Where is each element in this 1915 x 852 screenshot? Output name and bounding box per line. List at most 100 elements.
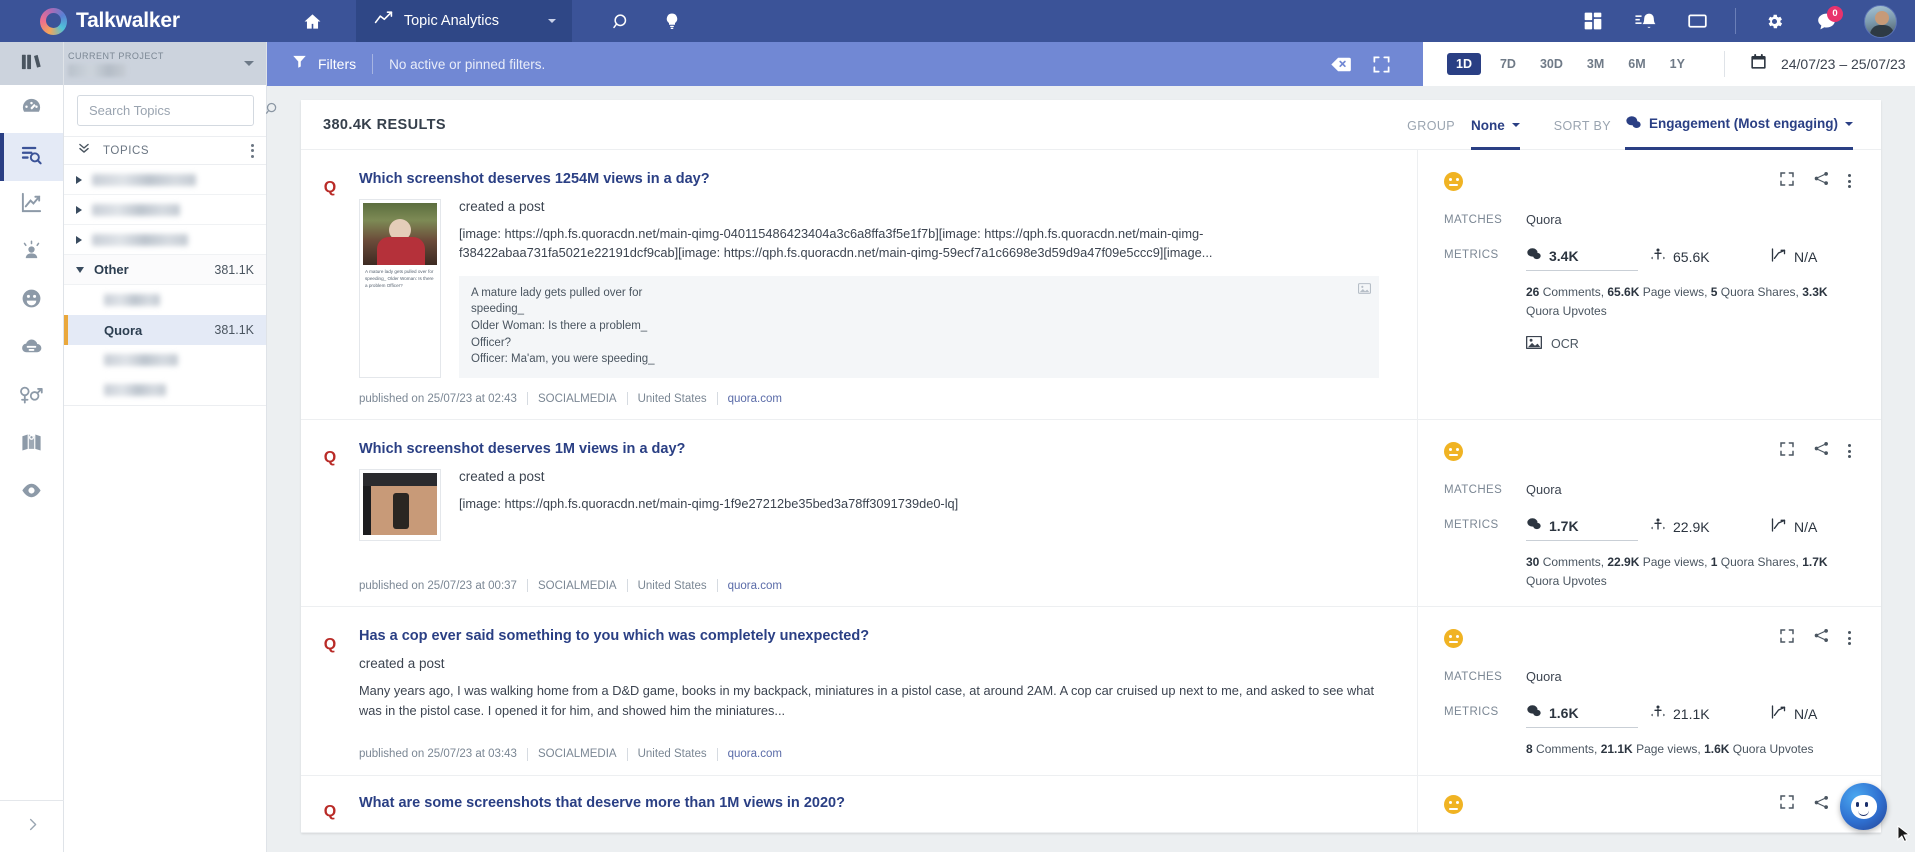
search-topics-box[interactable] — [77, 95, 277, 126]
mouse-cursor — [1897, 824, 1911, 848]
collapse-all-icon[interactable] — [77, 141, 91, 160]
chevron-down-icon[interactable] — [547, 19, 556, 23]
result-domain-link[interactable]: quora.com — [728, 393, 782, 405]
chevron-right-icon[interactable] — [76, 205, 82, 214]
result-footer: published on 25/07/23 at 00:37 SOCIALMED… — [359, 565, 1379, 606]
sort-by-selector[interactable]: Engagement (Most engaging) — [1625, 115, 1853, 150]
search-input[interactable] — [89, 103, 265, 118]
table-row[interactable]: Q Which screenshot deserves 1M views in … — [301, 420, 1881, 608]
table-row[interactable]: Q Which screenshot deserves 1254M views … — [301, 150, 1881, 421]
sidebar-item-influencers[interactable] — [0, 229, 63, 277]
search-icon[interactable] — [265, 101, 280, 121]
avatar[interactable] — [1864, 4, 1897, 38]
topic-row-redacted-1[interactable] — [64, 165, 266, 195]
sidebar-item-dashboard[interactable] — [0, 85, 63, 133]
rail-collapse-toggle[interactable] — [0, 800, 64, 852]
projects-books-icon — [20, 50, 43, 78]
topic-child-redacted-3[interactable] — [64, 375, 266, 405]
sidebar-item-results[interactable] — [0, 133, 63, 181]
range-chip-1y[interactable]: 1Y — [1661, 53, 1694, 75]
expand-result-icon[interactable] — [1779, 441, 1795, 462]
chevron-right-icon[interactable] — [76, 175, 82, 184]
metric-reach[interactable]: 22.9K — [1650, 517, 1770, 536]
metric-engagement[interactable]: 1.6K — [1526, 704, 1638, 729]
sidebar-item-demographics[interactable] — [0, 373, 63, 421]
topic-child-label: Quora — [104, 322, 143, 338]
expand-result-icon[interactable] — [1779, 794, 1795, 815]
expand-result-icon[interactable] — [1779, 171, 1795, 192]
share-result-icon[interactable] — [1813, 627, 1830, 649]
share-result-icon[interactable] — [1813, 440, 1830, 462]
filters-button[interactable]: Filters — [292, 54, 356, 74]
calendar-icon[interactable] — [1749, 52, 1768, 76]
topic-child-redacted-2[interactable] — [64, 345, 266, 375]
result-thumbnail[interactable]: A mature lady gets pulled over for speed… — [359, 198, 441, 379]
apps-grid-icon[interactable] — [1567, 0, 1619, 42]
result-title-link[interactable]: Which screenshot deserves 1254M views in… — [359, 170, 1379, 189]
expand-result-icon[interactable] — [1779, 628, 1795, 649]
module-selector-topic-analytics[interactable]: Topic Analytics — [355, 0, 572, 42]
result-title-link[interactable]: What are some screenshots that deserve m… — [359, 794, 1379, 813]
topic-row-redacted-2[interactable] — [64, 195, 266, 225]
messages-icon[interactable]: 0 — [1800, 0, 1852, 42]
settings-gear-icon[interactable] — [1748, 0, 1800, 42]
chevron-right-icon[interactable] — [76, 235, 82, 244]
sidebar-item-sentiment[interactable] — [0, 277, 63, 325]
topic-group-other[interactable]: Other 381.1K — [64, 255, 266, 285]
range-chip-30d[interactable]: 30D — [1531, 53, 1572, 75]
range-chip-6m[interactable]: 6M — [1619, 53, 1654, 75]
topic-row-redacted-3[interactable] — [64, 225, 266, 255]
metric-engagement[interactable]: 1.7K — [1526, 517, 1638, 542]
result-more-options-icon[interactable] — [1848, 444, 1851, 459]
group-selector[interactable]: None — [1471, 118, 1520, 150]
top-navigation-bar: Talkwalker Topic Analytics 0 — [0, 0, 1915, 42]
brand-logo[interactable]: Talkwalker — [40, 7, 180, 35]
sentiment-neutral-icon — [1444, 171, 1463, 191]
sidebar-item-geography[interactable] — [0, 421, 63, 469]
monitor-icon[interactable] — [1671, 0, 1723, 42]
lightbulb-icon[interactable] — [654, 0, 690, 42]
result-published: published on 25/07/23 at 00:37 — [359, 579, 517, 592]
home-icon[interactable] — [290, 0, 336, 42]
date-range-value[interactable]: 24/07/23 – 25/07/23 — [1781, 56, 1906, 72]
current-project-selector[interactable]: CURRENT PROJECT — [64, 42, 266, 85]
chevron-down-icon[interactable] — [76, 266, 84, 273]
topic-child-quora[interactable]: Quora 381.1K — [64, 315, 266, 345]
topic-child-redacted-1[interactable] — [64, 285, 266, 315]
sidebar-item-monitoring[interactable] — [0, 469, 63, 517]
result-domain-link[interactable]: quora.com — [728, 748, 782, 760]
chat-assistant-icon[interactable] — [1840, 783, 1887, 830]
metric-trend[interactable]: N/A — [1770, 247, 1817, 266]
result-thumbnail[interactable] — [359, 468, 441, 541]
result-more-options-icon[interactable] — [1848, 174, 1851, 188]
filterbar-right-cluster: 1D 7D 30D 3M 6M 1Y 24/07/23 – 25/07/23 — [1321, 42, 1915, 86]
metric-reach[interactable]: 21.1K — [1650, 704, 1770, 723]
table-row[interactable]: Q Has a cop ever said something to you w… — [301, 607, 1881, 776]
result-title-link[interactable]: Which screenshot deserves 1M views in a … — [359, 440, 1379, 459]
range-chip-1d[interactable]: 1D — [1447, 53, 1481, 75]
result-title-link[interactable]: Has a cop ever said something to you whi… — [359, 627, 1379, 646]
metric-trend[interactable]: N/A — [1770, 517, 1817, 536]
alerts-bell-icon[interactable] — [1619, 0, 1671, 42]
result-more-options-icon[interactable] — [1848, 631, 1851, 646]
share-result-icon[interactable] — [1813, 170, 1830, 192]
sidebar-item-topics[interactable] — [0, 325, 63, 373]
chevron-down-icon[interactable] — [244, 61, 254, 66]
range-chip-3m[interactable]: 3M — [1578, 53, 1613, 75]
clear-filters-icon[interactable] — [1321, 56, 1361, 73]
fullscreen-icon[interactable] — [1361, 55, 1401, 74]
metric-engagement[interactable]: 3.4K — [1526, 247, 1638, 271]
share-result-icon[interactable] — [1813, 794, 1830, 816]
metric-trend-value: N/A — [1794, 518, 1818, 535]
topics-more-options-icon[interactable] — [251, 143, 254, 158]
analytics-trend-icon — [20, 191, 43, 219]
result-domain-link[interactable]: quora.com — [728, 580, 782, 592]
search-icon[interactable] — [602, 0, 642, 42]
sidebar-item-analytics[interactable] — [0, 181, 63, 229]
range-chip-7d[interactable]: 7D — [1491, 53, 1525, 75]
metric-trend[interactable]: N/A — [1770, 704, 1817, 723]
metric-reach[interactable]: 65.6K — [1650, 247, 1770, 266]
table-row[interactable]: Q What are some screenshots that deserve… — [301, 775, 1881, 833]
result-published: published on 25/07/23 at 02:43 — [359, 392, 517, 405]
rail-projects-header[interactable] — [0, 42, 63, 85]
